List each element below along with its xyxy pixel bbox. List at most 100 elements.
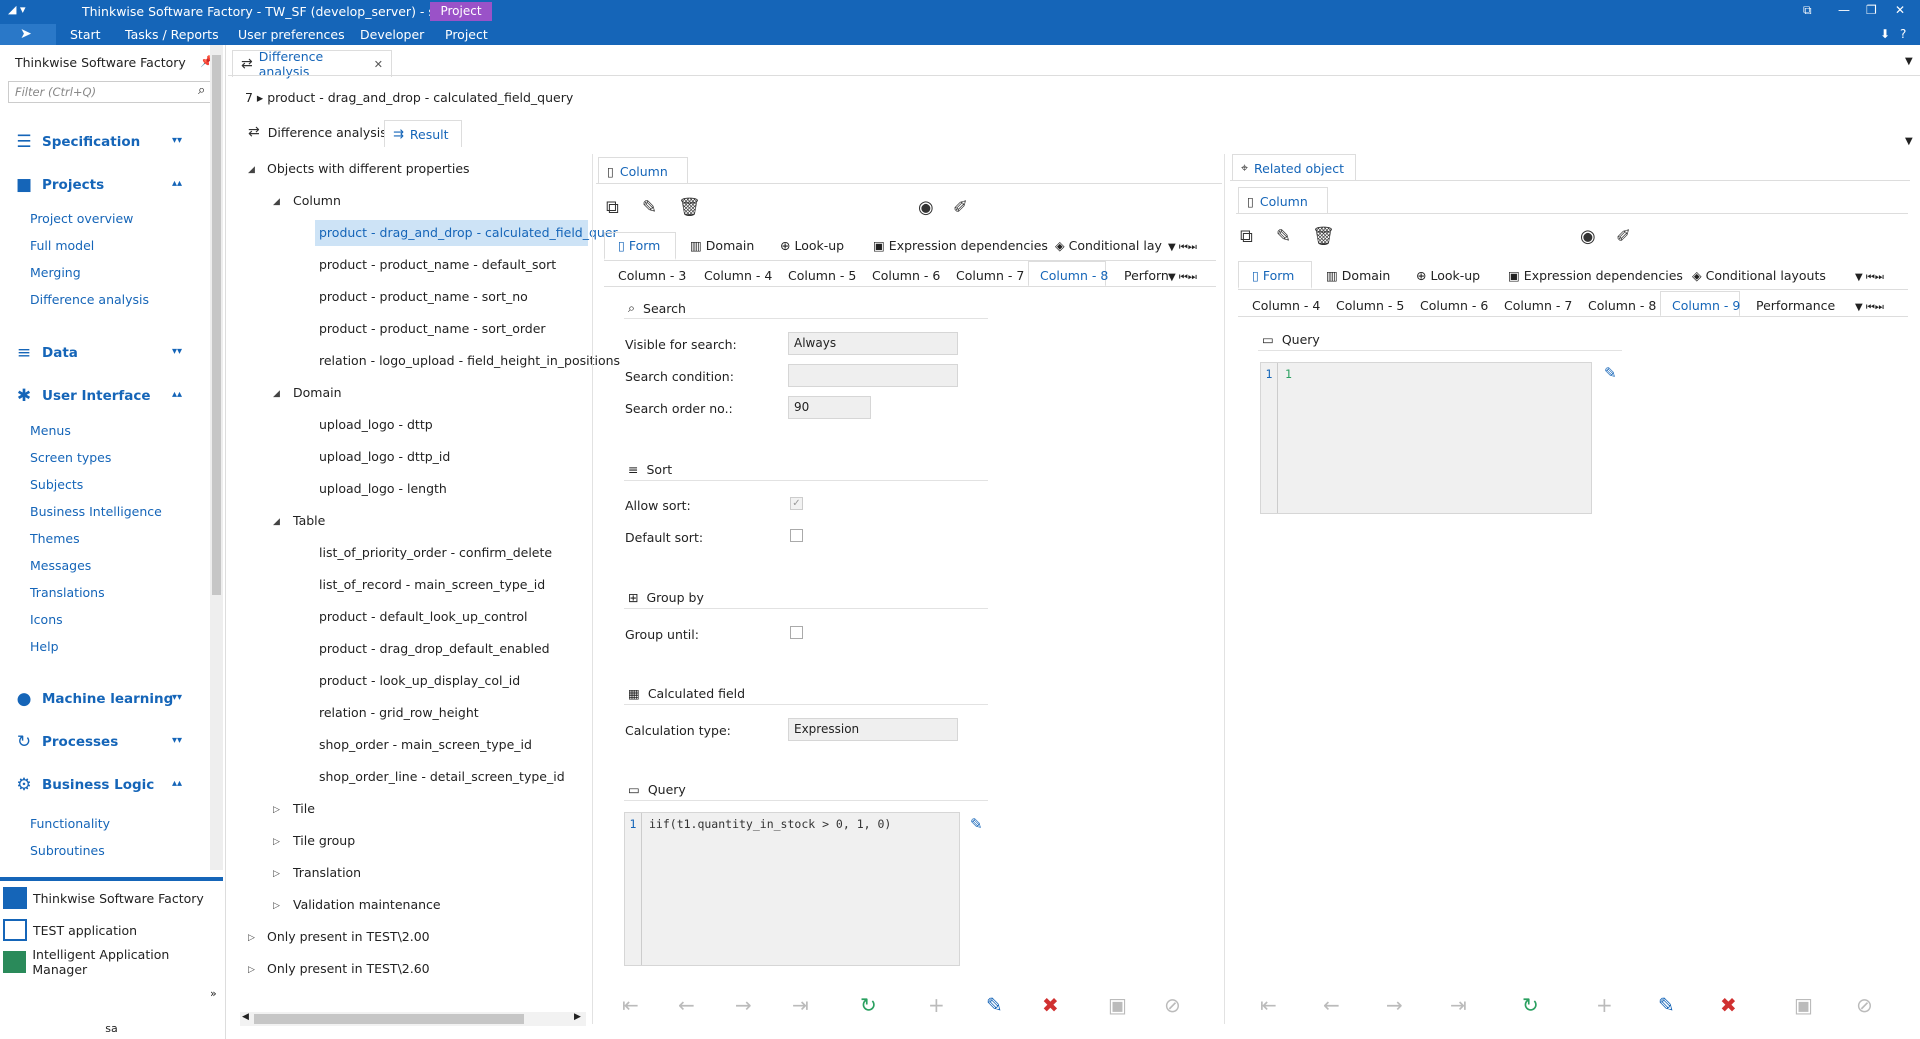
scroll-left-icon[interactable]: ◀ (242, 1012, 249, 1022)
sidebar-item-help[interactable]: Help (30, 639, 59, 654)
subtab-expression-dependencies[interactable]: ▣ Expression dependencies (873, 238, 1048, 253)
group-data[interactable]: ≡ Data (14, 344, 78, 362)
subtab-form[interactable]: ▯ Form (1252, 268, 1294, 283)
add-icon[interactable]: + (928, 993, 945, 1017)
subtab-domain[interactable]: ▥ Domain (690, 238, 754, 253)
app-intelligent-application-manager[interactable]: Intelligent Application Manager (0, 947, 223, 977)
coltab-3[interactable]: Column - 3 (618, 268, 686, 283)
sidebar-item-menus[interactable]: Menus (30, 423, 71, 438)
pane-divider[interactable] (592, 154, 593, 1024)
sidebar-item-subroutines[interactable]: Subroutines (30, 843, 105, 858)
edit-query-icon[interactable]: ✎ (1604, 364, 1617, 382)
tree-node-table[interactable]: Table (293, 513, 325, 528)
group-processes[interactable]: ↻ Processes (14, 733, 118, 751)
group-specification[interactable]: ☰ Specification (14, 133, 140, 151)
expand-apps-icon[interactable]: » (210, 987, 217, 1000)
menu-developer[interactable]: Developer (360, 27, 424, 42)
menu-start[interactable]: Start (70, 27, 101, 42)
group-until-checkbox[interactable] (790, 626, 803, 639)
coltab-overflow-icon[interactable]: ▼ ⏮⏭ (1168, 272, 1197, 283)
coltab-7[interactable]: Column - 7 (1504, 298, 1572, 313)
inner-tab-result[interactable]: ⇉ Result (384, 120, 462, 147)
chevron-down-icon[interactable]: ▾▾ (172, 735, 182, 746)
subtab-form[interactable]: ▯ Form (618, 238, 660, 253)
sidebar-item-icons[interactable]: Icons (30, 612, 63, 627)
tab-difference-analysis[interactable]: ⇄ Difference analysis ✕ (232, 49, 392, 79)
tree-collapsed-icon[interactable]: ▷ (273, 869, 280, 879)
tree-node-table-item[interactable]: list_of_priority_order - confirm_delete (319, 545, 552, 560)
tab-overflow-icon[interactable]: ▼ (1905, 56, 1913, 67)
subtab-conditional-layouts[interactable]: ◈ Conditional lay (1055, 238, 1162, 253)
coltab-performance[interactable]: Performance (1756, 298, 1835, 313)
edit-icon[interactable]: ✎ (986, 993, 1003, 1017)
edit-view-icon[interactable]: ✐ (953, 197, 968, 218)
sidebar-item-themes[interactable]: Themes (30, 531, 80, 546)
delete-icon[interactable]: 🗑 (678, 197, 701, 218)
tree-node-column-item[interactable]: product - product_name - sort_order (319, 321, 546, 336)
sidebar-item-merging[interactable]: Merging (30, 265, 81, 280)
chevron-down-icon[interactable]: ▾▾ (172, 346, 182, 357)
subtab-domain[interactable]: ▥ Domain (1326, 268, 1390, 283)
group-user-interface[interactable]: ✱ User Interface (14, 387, 151, 405)
related-query-editor[interactable]: 1 1 (1260, 362, 1592, 514)
app-test-application[interactable]: TEST application (0, 915, 223, 945)
sidebar-scrollbar[interactable] (210, 45, 223, 870)
tree-node-tile[interactable]: Tile (293, 801, 315, 816)
refresh-icon[interactable]: ↻ (1522, 993, 1539, 1017)
coltab-5[interactable]: Column - 5 (1336, 298, 1404, 313)
subtab-expression-dependencies[interactable]: ▣ Expression dependencies (1508, 268, 1683, 283)
next-record-icon[interactable]: → (735, 993, 752, 1017)
tree-node-only-present-260[interactable]: Only present in TEST\2.60 (267, 961, 430, 976)
tree-node-domain[interactable]: Domain (293, 385, 342, 400)
view-icon[interactable]: ◉ (1580, 226, 1596, 247)
scrollbar-thumb[interactable] (254, 1014, 524, 1024)
close-tab-icon[interactable]: ✕ (374, 58, 383, 71)
maximize-icon[interactable]: ❐ (1866, 3, 1877, 17)
tree-node-table-item[interactable]: product - look_up_display_col_id (319, 673, 520, 688)
quick-access-icon[interactable]: ◢ ▾ (8, 3, 25, 16)
search-condition-field[interactable] (788, 364, 958, 387)
tree-hscrollbar[interactable]: ◀ ▶ (240, 1012, 586, 1026)
last-record-icon[interactable]: ⇥ (792, 993, 809, 1017)
previous-record-icon[interactable]: ← (678, 993, 695, 1017)
first-record-icon[interactable]: ⇤ (1260, 993, 1277, 1017)
edit-icon[interactable]: ✎ (1658, 993, 1675, 1017)
app-menu-button[interactable]: ➤ (0, 24, 56, 45)
coltab-8[interactable]: Column - 8 (1040, 268, 1108, 283)
pane-divider[interactable] (1224, 154, 1225, 1024)
tree-collapsed-icon[interactable]: ▷ (248, 965, 255, 975)
chevron-up-icon[interactable]: ▴▴ (172, 778, 182, 789)
first-record-icon[interactable]: ⇤ (622, 993, 639, 1017)
edit-icon[interactable]: ✎ (642, 197, 657, 218)
coltab-6[interactable]: Column - 6 (1420, 298, 1488, 313)
sidebar-item-messages[interactable]: Messages (30, 558, 91, 573)
copy-icon[interactable]: ⧉ (1240, 226, 1253, 247)
view-icon[interactable]: ◉ (918, 197, 934, 218)
tab-column-related[interactable]: ▯ Column (1238, 187, 1328, 214)
search-icon[interactable]: ⌕ (198, 83, 205, 98)
app-thinkwise-software-factory[interactable]: Thinkwise Software Factory (0, 883, 223, 913)
subtab-overflow-icon[interactable]: ▼ ⏮⏭ (1855, 272, 1884, 283)
tree-expand-icon[interactable]: ◢ (273, 389, 280, 399)
tree-node-column-item[interactable]: relation - logo_upload - field_height_in… (319, 353, 620, 368)
help-icon[interactable]: ? (1900, 27, 1906, 41)
tree-collapsed-icon[interactable]: ▷ (248, 933, 255, 943)
search-order-field[interactable]: 90 (788, 396, 871, 419)
menu-user-preferences[interactable]: User preferences (238, 27, 345, 42)
coltab-4[interactable]: Column - 4 (704, 268, 772, 283)
cancel-icon[interactable]: ✖ (1042, 993, 1059, 1017)
last-record-icon[interactable]: ⇥ (1450, 993, 1467, 1017)
close-icon[interactable]: ✕ (1895, 3, 1905, 17)
sidebar-item-business-intelligence[interactable]: Business Intelligence (30, 504, 162, 519)
tree-expand-icon[interactable]: ◢ (273, 517, 280, 527)
tree-node-column-item[interactable]: product - product_name - sort_no (319, 289, 528, 304)
coltab-4[interactable]: Column - 4 (1252, 298, 1320, 313)
menu-project[interactable]: Project (445, 27, 488, 42)
tree-node-table-item[interactable]: shop_order - main_screen_type_id (319, 737, 532, 752)
refresh-icon[interactable]: ↻ (860, 993, 877, 1017)
download-icon[interactable]: ⬇ (1880, 27, 1890, 41)
tree-node-validation-maintenance[interactable]: Validation maintenance (293, 897, 441, 912)
edit-icon[interactable]: ✎ (1276, 226, 1291, 247)
cancel-icon[interactable]: ✖ (1720, 993, 1737, 1017)
sidebar-item-translations[interactable]: Translations (30, 585, 105, 600)
